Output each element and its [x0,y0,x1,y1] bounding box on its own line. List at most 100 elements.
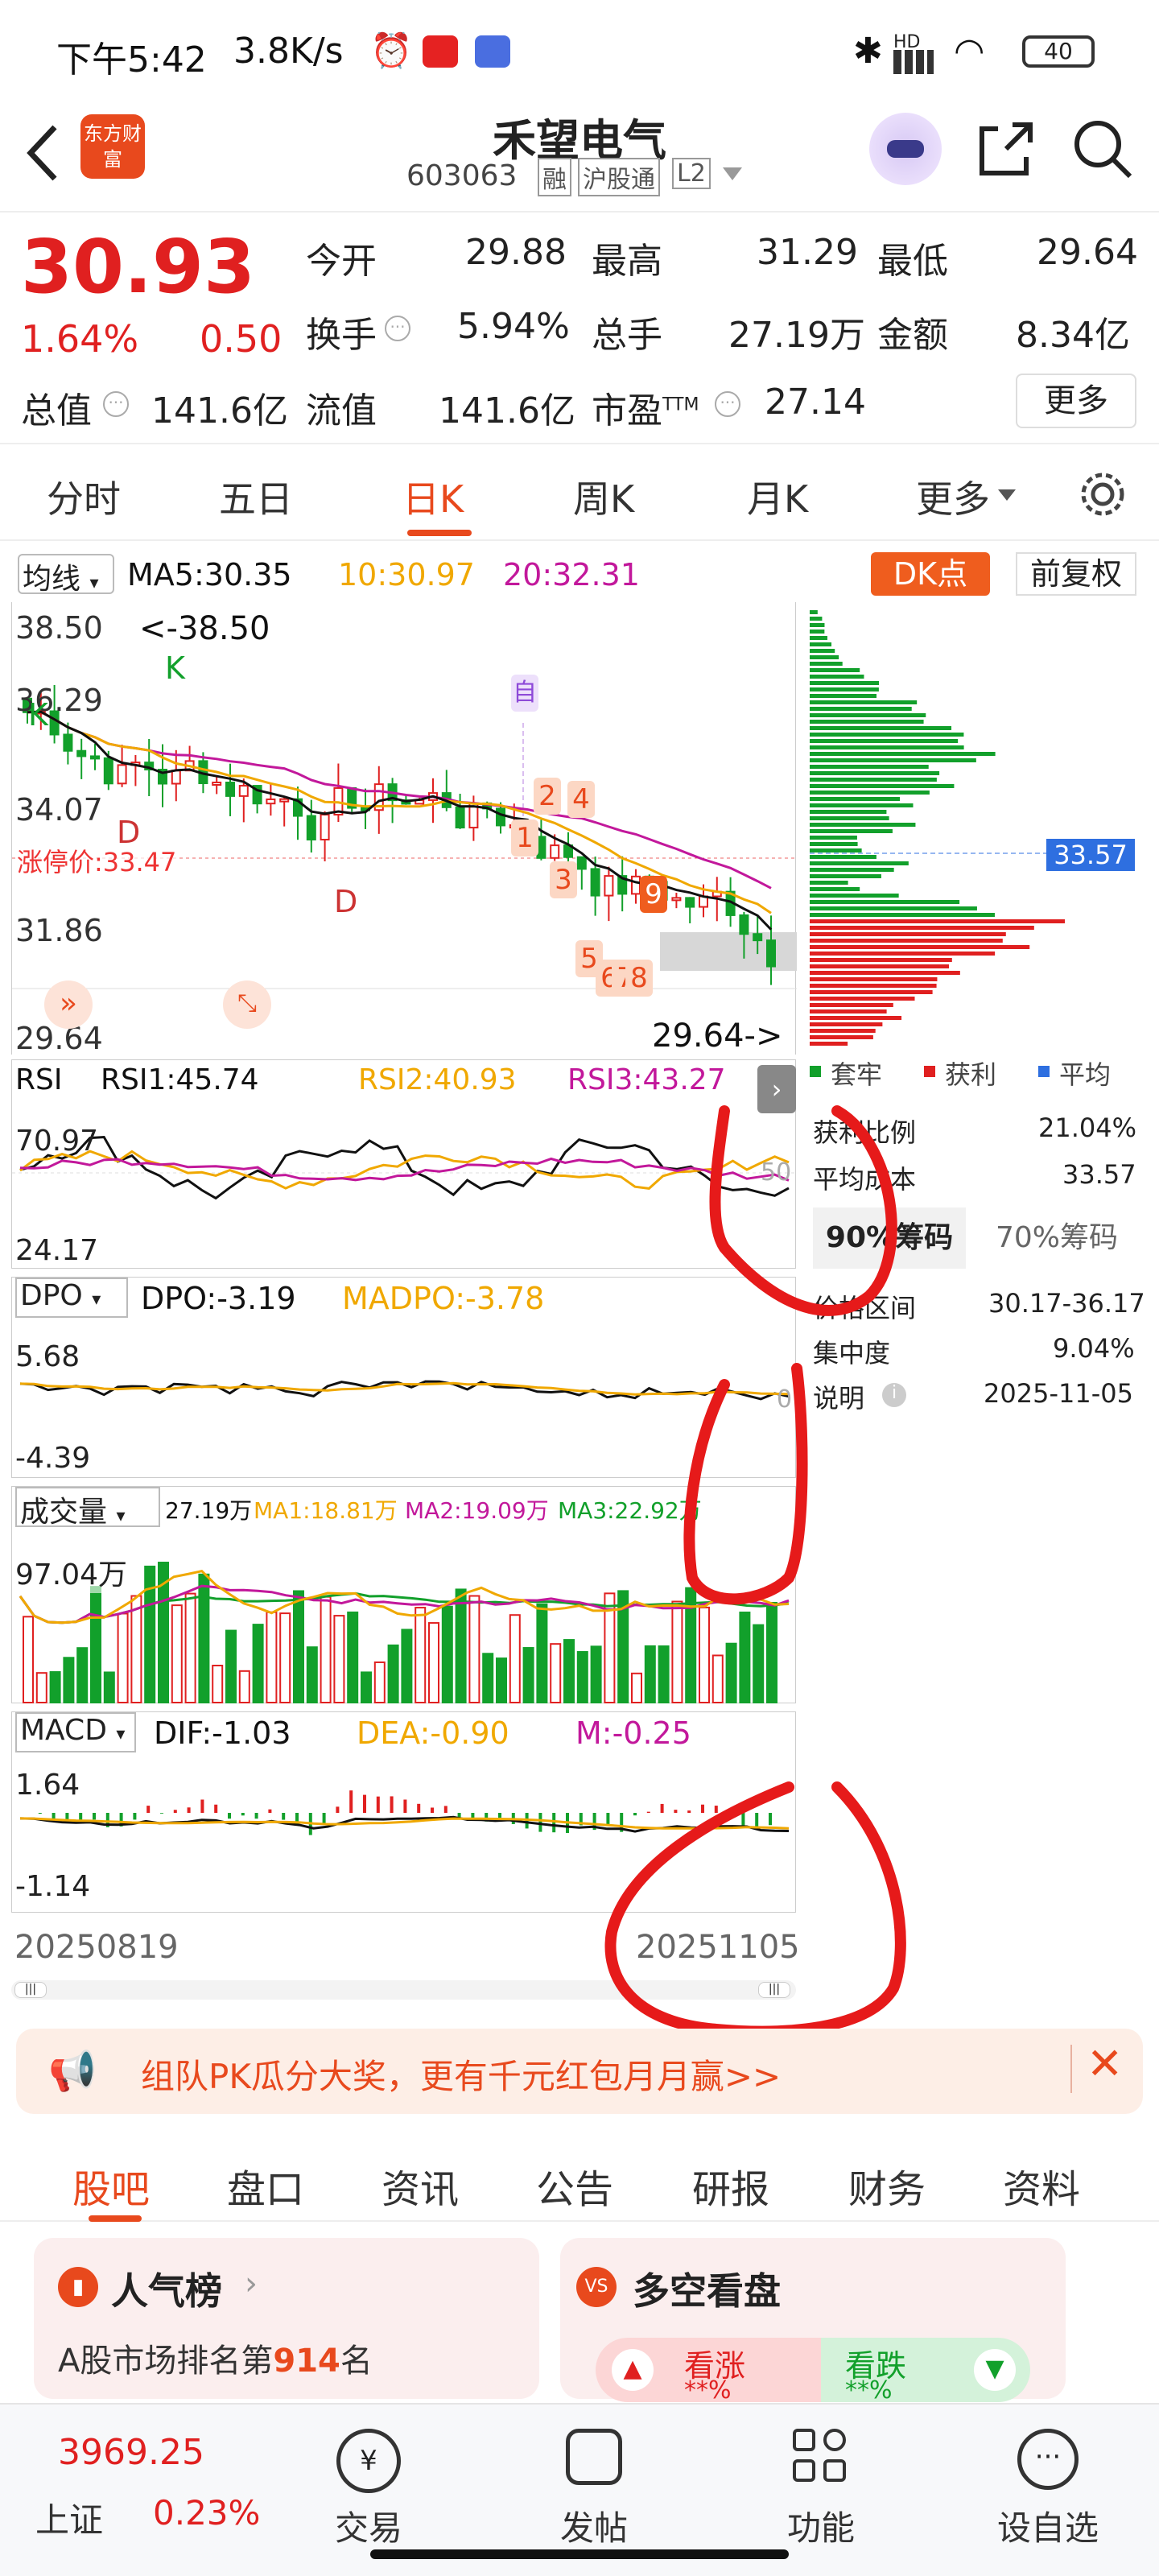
volume-bar [63,1657,75,1703]
index-pct[interactable]: 0.23% [153,2493,260,2533]
promo-banner[interactable]: 📢 组队PK瓜分大奖，更有千元红包月月赢>> ✕ [16,2029,1143,2114]
tab-five-day[interactable]: 五日 [219,470,293,523]
macd-top-label: 1.64 [15,1769,80,1802]
expand-left-icon[interactable]: » [44,980,93,1029]
ai-assistant-avatar[interactable] [869,113,942,185]
kline-panel[interactable]: 38.50 36.29 34.07 31.86 29.64 <-38.50 29… [11,602,797,1056]
tab-daily-k[interactable]: 日K [402,470,464,523]
candle [279,798,290,803]
dpo-panel[interactable]: DPO ▾ DPO:-3.19 MADPO:-3.78 5.68 0 -4.39 [11,1277,796,1478]
dock-post[interactable]: 发帖 [530,2501,658,2550]
rsi1-line [19,1135,790,1200]
bullish-pct: **% [684,2376,732,2405]
chip-bar [810,630,825,634]
dock-functions[interactable]: 功能 [757,2501,885,2550]
bearish-button[interactable]: 看跌 **% ▼ [821,2338,1030,2405]
fullscreen-icon[interactable]: ⤡ [223,980,271,1029]
close-icon[interactable]: ✕ [1087,2038,1123,2089]
more-button[interactable]: 更多 [1016,374,1136,428]
chip-90-button[interactable]: 90%筹码 [813,1208,966,1269]
marker-badge[interactable]: 自 [511,675,538,712]
macd-selector[interactable]: MACD ▾ [15,1712,136,1752]
concentration-label: 集中度 [813,1338,891,1368]
tab-more[interactable]: 更多 [916,470,990,523]
volume-bar [455,1588,467,1704]
volume-bar [590,1645,602,1704]
chip-bar [810,700,918,704]
volume-bar [644,1645,656,1703]
volume-bar [306,1646,318,1703]
quote-label-volume: 总手 [592,315,662,356]
more-icon[interactable]: ··· [1017,2429,1079,2490]
apps-icon[interactable] [793,2429,849,2485]
dock-watchlist[interactable]: 设自选 [984,2501,1112,2550]
index-name[interactable]: 上证 [35,2493,103,2542]
popularity-card[interactable]: ▮ 人气榜 › A股市场排名第914名 [34,2238,539,2399]
sentiment-card[interactable]: VS 多空看盘 ▲ 看涨 **% 看跌 **% ▼ [560,2238,1066,2405]
search-icon[interactable] [1070,117,1135,181]
gear-icon[interactable] [1077,469,1128,520]
tag-l2[interactable]: L2 [672,158,711,189]
macd-panel[interactable]: MACD ▾ DIF:-1.03 DEA:-0.90 M:-0.25 1.64 … [11,1711,796,1913]
volume-bar [496,1657,507,1703]
trade-icon[interactable]: ¥ [336,2429,401,2493]
chevron-right-icon[interactable]: › [757,1065,796,1113]
tab-announcements[interactable]: 公告 [536,2157,613,2214]
rsi-panel[interactable]: RSI RSI1:45.74 RSI2:40.93 RSI3:43.27 › 7… [11,1059,797,1269]
scroll-handle-right[interactable]: ||| [758,1982,790,1998]
info-icon[interactable]: ··· [715,391,740,417]
legend-trapped: 套牢 [831,1059,883,1090]
chip-bar [810,791,930,795]
chevron-down-icon[interactable] [998,489,1016,502]
indicator-selector[interactable]: 均线 ▾ [18,554,114,596]
scroll-track[interactable]: ||| ||| [11,1980,796,2000]
chip-distribution-chart[interactable] [810,604,1140,1055]
dk-point-button[interactable]: DK点 [871,552,990,596]
chip-70-button[interactable]: 70%筹码 [980,1208,1133,1269]
dpo-selector[interactable]: DPO ▾ [15,1278,128,1318]
candle [212,782,222,786]
tab-intraday[interactable]: 分时 [47,470,121,523]
status-speed: 3.8K/s [233,31,344,72]
tab-profile[interactable]: 资料 [1003,2157,1080,2214]
volume-bar [387,1644,399,1703]
vol-ma1-value: MA1:18.81万 [254,1497,398,1524]
banner-text[interactable]: 组队PK瓜分大奖，更有千元红包月月赢>> [141,2050,781,2099]
share-icon[interactable] [974,117,1038,181]
volume-panel[interactable]: 成交量 ▾ 27.19万 MA1:18.81万 MA2:19.09万 MA3:2… [11,1486,796,1704]
chip-bar [810,823,916,827]
info-icon[interactable]: i [882,1383,906,1407]
ma10-value: 10:30.97 [338,557,475,592]
concentration-value: 9.04% [1053,1333,1135,1364]
legend-profit: 获利 [945,1059,997,1090]
status-bar: 下午5:42 3.8K/s ⏰ ✱ HD ◠ 40 [0,0,1159,105]
info-icon[interactable]: ··· [103,391,129,417]
index-value[interactable]: 3969.25 [58,2432,204,2473]
tab-research[interactable]: 研报 [692,2157,769,2214]
chip-bar [810,997,915,1001]
quote-value-open: 29.88 [465,232,567,273]
dock-trade[interactable]: 交易 [304,2501,433,2550]
tab-news[interactable]: 资讯 [382,2157,459,2214]
compose-icon[interactable] [566,2429,622,2485]
back-icon[interactable] [23,121,63,185]
bullish-button[interactable]: ▲ 看涨 **% [596,2338,821,2405]
adjust-mode-button[interactable]: 前复权 [1016,552,1136,596]
tab-forum[interactable]: 股吧 [72,2157,150,2214]
info-icon[interactable]: ··· [385,316,410,341]
chevron-down-icon[interactable] [723,167,742,182]
chip-bar [810,636,827,640]
tab-weekly-k[interactable]: 周K [573,470,634,523]
volume-selector[interactable]: 成交量 ▾ [15,1487,160,1529]
chip-bar [810,945,1030,949]
sentiment-title: 多空看盘 [633,2269,781,2313]
dpo-value: DPO:-3.19 [141,1281,296,1316]
tab-financials[interactable]: 财务 [848,2157,926,2214]
tab-orderbook[interactable]: 盘口 [227,2157,304,2214]
tab-monthly-k[interactable]: 月K [747,470,808,523]
candle [76,749,87,758]
chip-bar [810,649,835,653]
rsi-name[interactable]: RSI [15,1063,62,1096]
scroll-handle-left[interactable]: ||| [14,1982,47,1998]
volume-bar [576,1651,588,1703]
